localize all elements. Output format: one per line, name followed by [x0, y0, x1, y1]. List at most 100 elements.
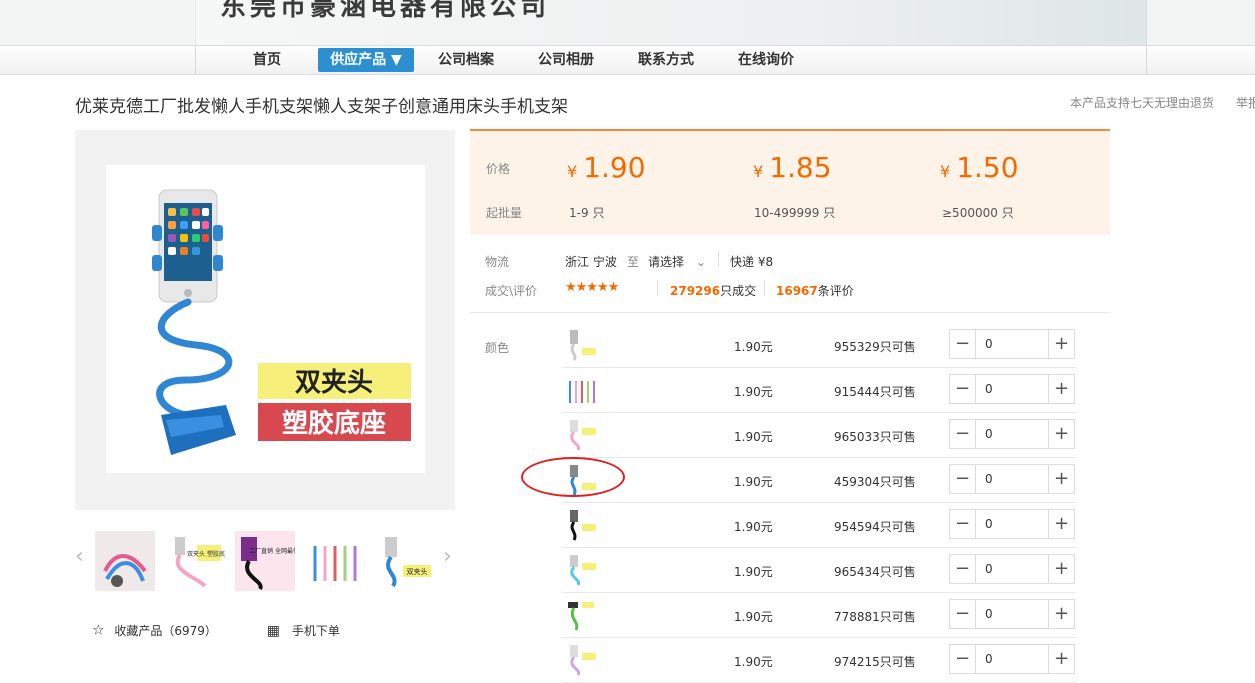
product-title: 优莱克德工厂批发懒人手机支架懒人支架子创意通用床头手机支架 [75, 97, 568, 117]
logistics-label: 物流 [485, 255, 510, 269]
plus-button[interactable]: + [1048, 465, 1074, 493]
sku-price: 1.90元 [734, 565, 773, 579]
nav-products[interactable]: 供应产品 ▼ [318, 48, 414, 72]
sku-thumb-image [570, 330, 596, 361]
deals-label: 成交\评价 [485, 284, 538, 298]
thumb-3-image: 工厂直销 全网最低价 [235, 531, 295, 591]
quantity-input[interactable]: 0 [977, 465, 1047, 493]
tier-1-price-value: 1.90 [583, 151, 646, 184]
quantity-input[interactable]: 0 [977, 420, 1047, 448]
company-name: 东莞市豪涵电器有限公司 [220, 0, 551, 22]
quantity-stepper: −0 + [949, 509, 1075, 539]
sku-thumb-6[interactable] [564, 553, 598, 587]
carousel-next-icon[interactable]: › [443, 545, 452, 569]
sku-thumb-5[interactable] [564, 508, 598, 542]
minus-button[interactable]: − [950, 375, 976, 403]
minus-button[interactable]: − [950, 510, 976, 538]
nav-edge-right [1146, 46, 1147, 74]
color-label: 颜色 [485, 341, 510, 355]
quantity-input[interactable]: 0 [977, 375, 1047, 403]
thumb-4-image [305, 531, 365, 591]
report-link[interactable]: 举报 [1236, 94, 1255, 111]
moq-label: 起批量 [486, 206, 523, 220]
tier-2-price-value: 1.85 [769, 151, 832, 184]
plus-button[interactable]: + [1048, 600, 1074, 628]
quantity-input[interactable]: 0 [977, 510, 1047, 538]
main-product-image[interactable]: 双夹头 塑胶底座 [106, 165, 425, 473]
review-count[interactable]: 16967条评价 [776, 282, 854, 299]
plus-button[interactable]: + [1048, 330, 1074, 358]
sku-thumb-image [570, 420, 596, 451]
tier-2-moq: 10-499999 只 [754, 204, 835, 221]
quantity-stepper: −0 + [949, 464, 1075, 494]
tier-1-moq: 1-9 只 [569, 204, 604, 221]
sku-price: 1.90元 [734, 520, 773, 534]
phone-holder-illustration: 双夹头 塑胶底座 [152, 189, 411, 455]
sku-stock: 778881只可售 [834, 610, 916, 624]
shipping-fee: 快递 ¥8 [730, 255, 774, 269]
thumbnail-4[interactable] [305, 531, 365, 591]
quantity-stepper: −0 + [949, 374, 1075, 404]
sku-stock: 955329只可售 [834, 340, 916, 354]
sold-suffix: 只成交 [720, 284, 757, 298]
destination-select[interactable]: 请选择 ⌄ [648, 253, 706, 270]
sku-row: 1.90元 954594只可售 −0 + [562, 503, 1076, 548]
sku-thumb-image [570, 510, 596, 541]
thumbnail-1[interactable] [95, 531, 155, 591]
mobile-order-button[interactable]: 手机下单 [292, 624, 340, 638]
nav-edge-left [195, 46, 196, 74]
sku-thumb-7[interactable] [564, 598, 598, 632]
qr-code-icon[interactable]: ▦ [267, 623, 280, 639]
section-divider [470, 312, 1110, 313]
tier-1-unit: 只 [592, 206, 605, 220]
nav-bar: 首页 供应产品 ▼ 公司档案 公司相册 联系方式 在线询价 [0, 45, 1255, 75]
thumb-5-image: 双夹头 [375, 531, 435, 591]
currency-symbol: ¥ [567, 162, 578, 181]
minus-button[interactable]: − [950, 330, 976, 358]
rating-stars: ★★★★★ [565, 280, 619, 295]
minus-button[interactable]: − [950, 600, 976, 628]
minus-button[interactable]: − [950, 645, 976, 673]
chevron-down-icon: ⌄ [696, 255, 707, 269]
nav-contact[interactable]: 联系方式 [632, 48, 700, 72]
sku-price: 1.90元 [734, 430, 773, 444]
sku-thumb-3[interactable] [564, 418, 598, 452]
plus-button[interactable]: + [1048, 420, 1074, 448]
minus-button[interactable]: − [950, 465, 976, 493]
sku-thumb-8[interactable] [564, 643, 598, 677]
thumbnail-2[interactable]: 双夹头 塑胶底座 [165, 531, 225, 591]
nav-company-profile[interactable]: 公司档案 [432, 48, 500, 72]
plus-button[interactable]: + [1048, 645, 1074, 673]
favorite-button[interactable]: 收藏产品（6979） [114, 624, 217, 638]
tier-1-range: 1-9 [569, 206, 589, 220]
plus-button[interactable]: + [1048, 555, 1074, 583]
utility-actions: ☆ 收藏产品（6979） ▦ 手机下单 [92, 622, 340, 642]
currency-symbol: ¥ [940, 162, 951, 181]
thumbnail-3[interactable]: 工厂直销 全网最低价 [235, 531, 295, 591]
quantity-input[interactable]: 0 [977, 555, 1047, 583]
carousel-prev-icon[interactable]: ‹ [75, 545, 84, 569]
sku-thumb-1[interactable] [564, 328, 598, 362]
tier-3-price-value: 1.50 [956, 151, 1019, 184]
star-outline-icon[interactable]: ☆ [92, 623, 105, 639]
sku-thumb-2[interactable] [564, 373, 598, 407]
price-panel: 价格 起批量 ¥1.90 ¥1.85 ¥1.50 1-9 只 10-499999… [470, 129, 1110, 235]
plus-button[interactable]: + [1048, 510, 1074, 538]
quantity-input[interactable]: 0 [977, 600, 1047, 628]
logistics-to: 至 [627, 255, 640, 269]
plus-button[interactable]: + [1048, 375, 1074, 403]
minus-button[interactable]: − [950, 420, 976, 448]
quantity-input[interactable]: 0 [977, 645, 1047, 673]
rating-stars-icon: ★★★★★ [565, 280, 619, 295]
sku-row: 1.90元 955329只可售 −0 + [562, 323, 1076, 368]
quantity-input[interactable]: 0 [977, 330, 1047, 358]
sku-price: 1.90元 [734, 475, 773, 489]
minus-button[interactable]: − [950, 555, 976, 583]
nav-company-album[interactable]: 公司相册 [532, 48, 600, 72]
sold-count[interactable]: 279296只成交 [670, 282, 756, 299]
sku-price: 1.90元 [734, 340, 773, 354]
nav-inquiry[interactable]: 在线询价 [732, 48, 800, 72]
thumbnail-5[interactable]: 双夹头 [375, 531, 435, 591]
nav-home[interactable]: 首页 [240, 48, 294, 72]
currency-symbol: ¥ [753, 162, 764, 181]
